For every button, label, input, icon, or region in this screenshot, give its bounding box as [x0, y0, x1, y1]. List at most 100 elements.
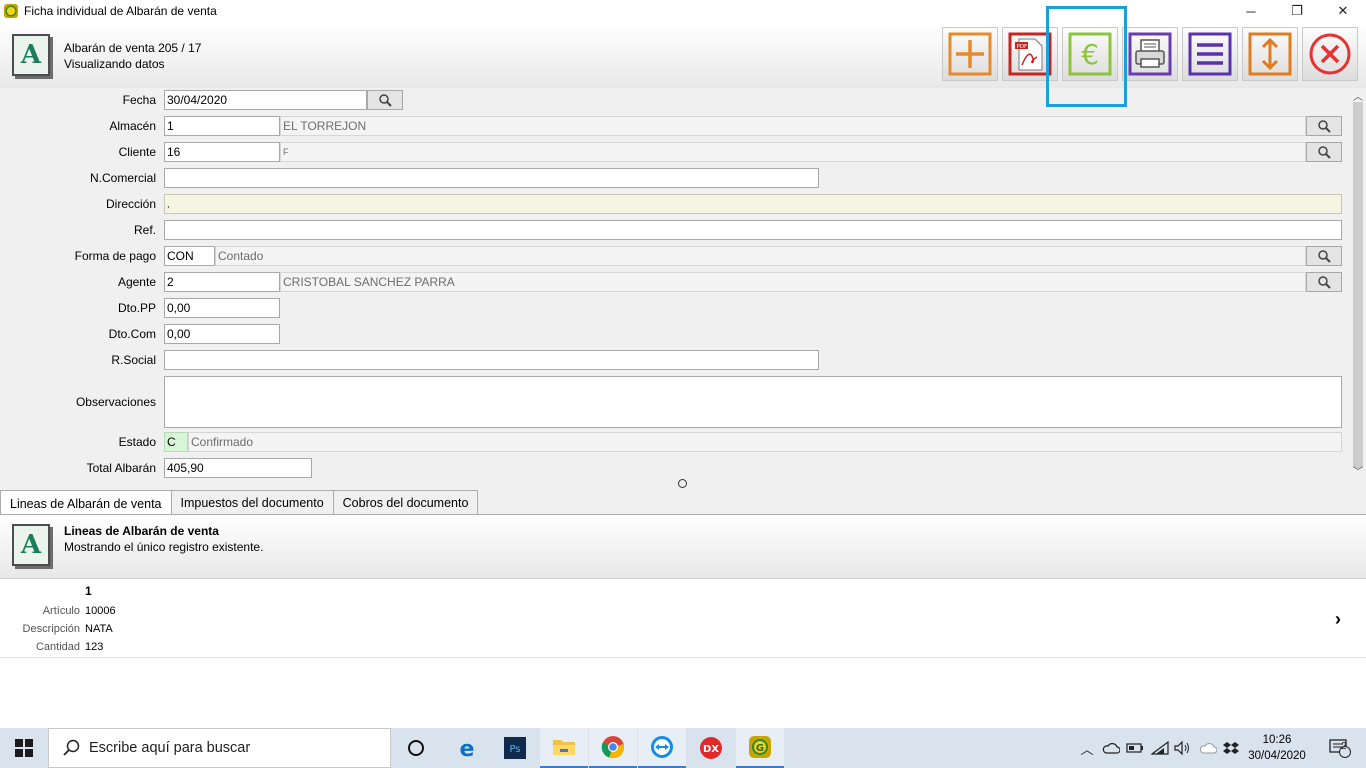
cliente-desc-field: F: [280, 142, 1306, 162]
forma-pago-search-button[interactable]: [1306, 246, 1342, 266]
almacen-code-field[interactable]: 1: [164, 116, 280, 136]
search-icon: [1318, 146, 1331, 159]
dto-com-row: Dto.Com 0,00: [0, 323, 1350, 345]
app-g-icon[interactable]: G: [736, 728, 784, 768]
document-tabs: Lineas de Albarán de venta Impuestos del…: [0, 490, 479, 516]
svg-text:G: G: [756, 743, 764, 754]
articulo-value: 10006: [85, 605, 116, 617]
app-icon: [4, 4, 18, 18]
ref-field[interactable]: [164, 220, 1342, 240]
lineas-status: Mostrando el único registro existente.: [64, 540, 264, 554]
minimize-button[interactable]: ─: [1228, 0, 1274, 22]
battery-icon[interactable]: [1124, 728, 1146, 768]
busy-cursor-icon: [678, 479, 687, 488]
taskbar-search[interactable]: Escribe aquí para buscar: [48, 728, 391, 768]
print-button[interactable]: [1122, 27, 1178, 81]
fecha-search-button[interactable]: [367, 90, 403, 110]
cantidad-value: 123: [85, 641, 104, 653]
notifications-icon[interactable]: 2: [1320, 728, 1360, 768]
resize-button[interactable]: [1242, 27, 1298, 81]
list-item[interactable]: 1 Artículo 10006 Descripción NATA Cantid…: [0, 579, 1366, 658]
dto-pp-label: Dto.PP: [117, 301, 156, 315]
descripcion-value: NATA: [85, 623, 113, 635]
window-controls: ─ ❐ ✕: [1228, 0, 1366, 22]
search-icon: [1318, 250, 1331, 263]
lineas-header: A Lineas de Albarán de venta Mostrando e…: [0, 515, 1366, 579]
forma-pago-label: Forma de pago: [74, 249, 156, 263]
file-explorer-icon[interactable]: [540, 728, 588, 768]
tray-expand-icon[interactable]: ︿: [1078, 728, 1096, 768]
dto-com-label: Dto.Com: [108, 327, 156, 341]
estado-code-field[interactable]: C: [164, 432, 188, 452]
chrome-icon[interactable]: [589, 728, 637, 768]
agente-row: Agente 2 CRISTOBAL SANCHEZ PARRA: [0, 271, 1350, 293]
taskbar-clock[interactable]: 10:26 30/04/2020: [1232, 732, 1322, 764]
tab-lineas[interactable]: Lineas de Albarán de venta: [0, 490, 172, 516]
articulo-label: Artículo: [42, 605, 80, 617]
svg-text:Ps: Ps: [509, 744, 520, 755]
title-bar: Ficha individual de Albarán de venta ─ ❐…: [0, 0, 1366, 22]
teamviewer-icon[interactable]: [638, 728, 686, 768]
almacen-search-button[interactable]: [1306, 116, 1342, 136]
forma-pago-row: Forma de pago CON Contado: [0, 245, 1350, 267]
cortana-icon[interactable]: [392, 728, 440, 768]
ref-label: Ref.: [133, 223, 156, 237]
agente-label: Agente: [117, 275, 156, 289]
total-field[interactable]: 405,90: [164, 458, 312, 478]
rsocial-field[interactable]: [164, 350, 819, 370]
chevron-right-icon[interactable]: ›: [1335, 609, 1341, 630]
notification-count: 2: [1341, 741, 1347, 752]
estado-label: Estado: [118, 435, 156, 449]
maximize-button[interactable]: ❐: [1274, 0, 1320, 22]
observaciones-field[interactable]: [164, 376, 1342, 428]
close-document-button[interactable]: [1302, 27, 1358, 81]
search-icon: [63, 739, 80, 756]
estado-desc-field: Confirmado: [188, 432, 1342, 452]
photoshop-icon[interactable]: Ps: [491, 728, 539, 768]
scroll-thumb[interactable]: [1353, 102, 1363, 468]
svg-text:e: e: [460, 737, 475, 760]
svg-text:DX: DX: [703, 744, 719, 755]
document-mode: Visualizando datos: [64, 57, 165, 71]
cloud-upload-icon[interactable]: [1197, 728, 1219, 768]
forma-pago-code-field[interactable]: CON: [164, 246, 215, 266]
form-scrollbar[interactable]: ︿ ﹀: [1350, 88, 1366, 482]
albaran-logo-icon: A: [12, 524, 50, 566]
start-button[interactable]: [0, 728, 48, 768]
wifi-icon[interactable]: [1149, 728, 1171, 768]
albaran-form: Fecha 30/04/2020 Almacén 1 EL TORREJON C…: [0, 88, 1350, 482]
onedrive-icon[interactable]: [1100, 728, 1122, 768]
almacen-label: Almacén: [109, 119, 156, 133]
ncomercial-row: N.Comercial: [0, 167, 1350, 189]
record-number: 1: [85, 584, 92, 598]
scroll-up-icon[interactable]: ︿: [1353, 88, 1363, 103]
fecha-row: Fecha 30/04/2020: [0, 89, 1350, 111]
search-placeholder: Escribe aquí para buscar: [89, 740, 251, 756]
fecha-field[interactable]: 30/04/2020: [164, 90, 367, 110]
cliente-search-button[interactable]: [1306, 142, 1342, 162]
search-icon: [1318, 120, 1331, 133]
tab-impuestos[interactable]: Impuestos del documento: [170, 490, 334, 515]
cliente-code-field[interactable]: 16: [164, 142, 280, 162]
tab-cobros[interactable]: Cobros del documento: [332, 490, 479, 515]
volume-icon[interactable]: [1172, 728, 1194, 768]
svg-text:PDF: PDF: [1017, 44, 1028, 50]
close-window-button[interactable]: ✕: [1320, 0, 1366, 22]
direccion-field[interactable]: ,: [164, 194, 1342, 214]
list-button[interactable]: [1182, 27, 1238, 81]
direccion-label: Dirección: [105, 197, 156, 211]
scroll-down-icon[interactable]: ﹀: [1353, 463, 1363, 478]
edge-icon[interactable]: e: [443, 728, 491, 768]
dx-icon[interactable]: DX: [687, 728, 735, 768]
rsocial-row: R.Social: [0, 349, 1350, 371]
descripcion-label: Descripción: [22, 623, 80, 635]
dto-pp-field[interactable]: 0,00: [164, 298, 280, 318]
agente-search-button[interactable]: [1306, 272, 1342, 292]
add-button[interactable]: [942, 27, 998, 81]
ncomercial-field[interactable]: [164, 168, 819, 188]
direccion-row: Dirección ,: [0, 193, 1350, 215]
ncomercial-label: N.Comercial: [89, 171, 156, 185]
dto-com-field[interactable]: 0,00: [164, 324, 280, 344]
list-icon: [1188, 32, 1232, 76]
agente-code-field[interactable]: 2: [164, 272, 280, 292]
